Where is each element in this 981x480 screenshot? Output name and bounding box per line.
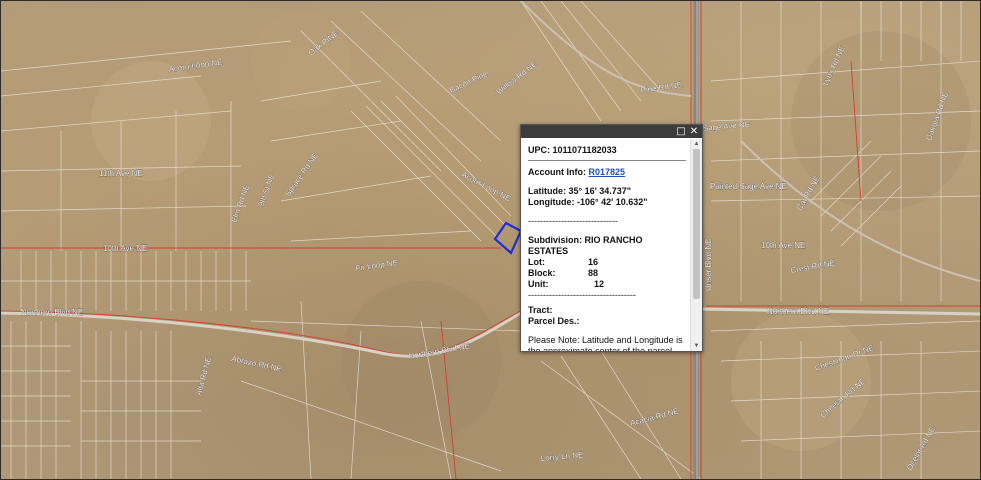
road-label-bacon-pine: Bacon Pine bbox=[448, 69, 489, 95]
latitude-value: 35° 16' 34.737" bbox=[568, 186, 632, 196]
road-label-elm: Elm Rd NE bbox=[229, 183, 251, 223]
popup-content: UPC: 1011071182033 Account Info: R017825… bbox=[521, 139, 690, 351]
upc-label: UPC: bbox=[528, 145, 550, 155]
parcel-info-popup: □ ✕ UPC: 1011071182033 Account Info: R01… bbox=[520, 124, 703, 352]
popup-titlebar: □ ✕ bbox=[521, 125, 702, 138]
aerial-map[interactable]: Oak PINE Acorn Loop NE Bacon Pine Willow… bbox=[1, 1, 980, 479]
road-label-acorn-loop-2: Acorn Loop NE bbox=[460, 170, 512, 203]
scroll-thumb[interactable] bbox=[693, 149, 700, 299]
latitude-label: Latitude: bbox=[528, 186, 566, 196]
road-label-abrazo: Abrazo Rd NE bbox=[231, 354, 283, 373]
parcel-des-label: Parcel Des.: bbox=[528, 316, 580, 326]
divider bbox=[528, 160, 686, 161]
coordinate-note: Please Note: Latitude and Longitude is t… bbox=[528, 335, 683, 351]
block-value: 88 bbox=[588, 268, 599, 278]
road-label-acacia: Acacia Rd NE bbox=[629, 406, 679, 428]
upc-row: UPC: 1011071182033 bbox=[528, 145, 684, 156]
map-window: Oak PINE Acorn Loop NE Bacon Pine Willow… bbox=[0, 0, 981, 480]
parcel-des-row: Parcel Des.: bbox=[528, 316, 684, 327]
dashes-separator: ------------------------------ bbox=[528, 216, 618, 226]
scroll-down-icon[interactable]: ▼ bbox=[692, 342, 701, 350]
longitude-value: -106° 42' 10.632" bbox=[577, 197, 648, 207]
lot-label: Lot: bbox=[528, 257, 545, 267]
road-label-ninth: 9th St NE bbox=[256, 172, 276, 207]
account-label: Account Info: bbox=[528, 167, 586, 177]
road-label-10th: 10th Ave NE bbox=[103, 244, 147, 253]
longitude-row: Longitude: -106° 42' 10.632" bbox=[528, 197, 684, 208]
maximize-icon[interactable]: □ bbox=[675, 125, 687, 138]
unit-row: Unit: 12 bbox=[528, 279, 684, 290]
account-link[interactable]: R017825 bbox=[589, 167, 626, 177]
popup-scrollbar[interactable]: ▲ ▼ bbox=[690, 139, 702, 351]
lot-row: Lot: 16 bbox=[528, 257, 684, 268]
road-label-northern: Northern Blvd NE bbox=[21, 308, 83, 317]
tract-row: Tract: bbox=[528, 305, 684, 316]
latitude-row: Latitude: 35° 16' 34.737" bbox=[528, 186, 684, 197]
road-label-northern-right: Northern Blvd NE bbox=[767, 307, 829, 316]
road-label-sage: Sage Ave NE bbox=[702, 120, 750, 133]
block-label: Block: bbox=[528, 268, 556, 278]
road-label-spruce: Spruce Rd NE bbox=[283, 151, 320, 198]
block-row: Block: 88 bbox=[528, 268, 684, 279]
subdivision-row: Subdivision: RIO RANCHO ESTATES bbox=[528, 235, 684, 257]
road-label-alta: Alta Rd NE bbox=[194, 356, 213, 397]
selected-parcel[interactable] bbox=[493, 221, 523, 255]
subdivision-label: Subdivision: bbox=[528, 235, 582, 245]
tract-label: Tract: bbox=[528, 305, 553, 315]
close-icon[interactable]: ✕ bbox=[688, 125, 700, 138]
longitude-label: Longitude: bbox=[528, 197, 575, 207]
unit-value: 12 bbox=[594, 279, 605, 289]
road-label-unser: Unser Blvd NE bbox=[704, 239, 713, 291]
road-label-lorry: Lorry Ln NE bbox=[540, 450, 583, 463]
parcel-overlay: Oak PINE Acorn Loop NE Bacon Pine Willow… bbox=[1, 1, 980, 479]
road-label-crest: Crest Rd NE bbox=[790, 258, 836, 275]
account-row: Account Info: R017825 bbox=[528, 167, 684, 178]
road-label-painted-sage: Painted Sage Ave NE bbox=[710, 182, 787, 191]
lot-value: 16 bbox=[588, 257, 599, 267]
unit-label: Unit: bbox=[528, 279, 549, 289]
scroll-up-icon[interactable]: ▲ bbox=[692, 140, 701, 148]
dashes-separator-2: ------------------------------------ bbox=[528, 290, 636, 300]
road-label-acorn-loop: Acorn Loop NE bbox=[168, 58, 223, 74]
upc-value: 1011071182033 bbox=[552, 145, 617, 155]
road-label-fir-loop: Fir Loop NE bbox=[355, 258, 399, 273]
road-label-10th-right: 10th Ave NE bbox=[761, 241, 805, 250]
road-label-willow: Willow Rd NE bbox=[495, 59, 539, 96]
road-label-11th: 11th Ave NE bbox=[99, 169, 143, 178]
